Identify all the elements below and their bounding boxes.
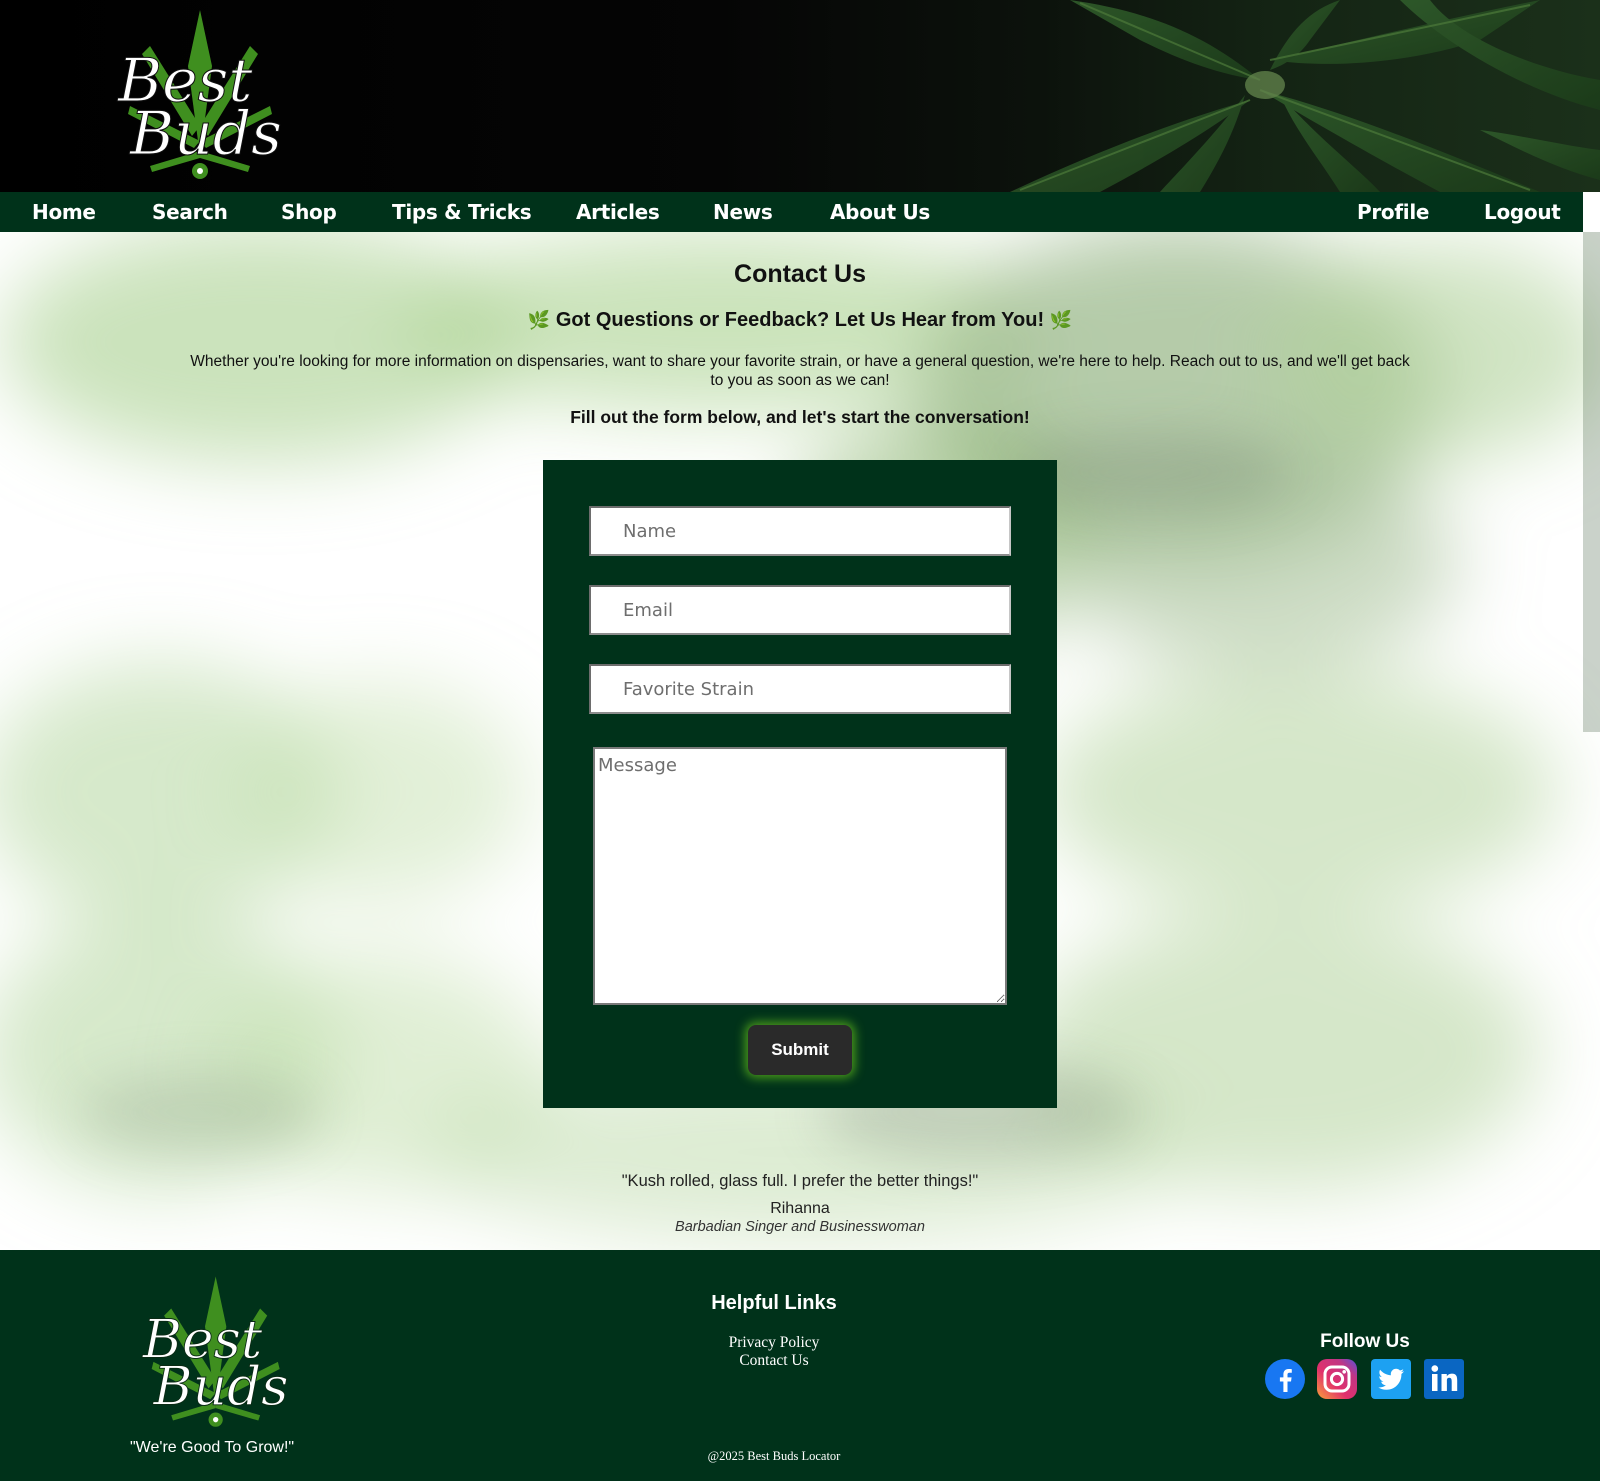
best-buds-logo[interactable]: Best Buds [100, 6, 285, 186]
form-call-to-action: Fill out the form below, and let's start… [570, 407, 1030, 427]
page-subtitle: 🌿 Got Questions or Feedback? Let Us Hear… [0, 309, 1600, 332]
nav-shop[interactable]: Shop [281, 192, 337, 232]
site-footer: Best Buds "We're Good To Grow!" Helpful … [0, 1250, 1600, 1481]
follow-us-title: Follow Us [1320, 1331, 1410, 1352]
nav-about-us[interactable]: About Us [830, 192, 930, 232]
helpful-links-title: Helpful Links [711, 1292, 837, 1314]
header-banner: Best Buds [0, 0, 1600, 192]
contact-form: Submit [543, 460, 1057, 1108]
linkedin-icon[interactable] [1423, 1358, 1465, 1400]
main-nav: Home Search Shop Tips & Tricks Articles … [0, 192, 1583, 232]
cannabis-leaves-image [1010, 0, 1600, 192]
nav-logout[interactable]: Logout [1484, 192, 1561, 232]
intro-paragraph: Whether you're looking for more informat… [190, 353, 1410, 389]
nav-home[interactable]: Home [32, 192, 96, 232]
nav-news[interactable]: News [713, 192, 773, 232]
quote-text: "Kush rolled, glass full. I prefer the b… [621, 1172, 979, 1190]
nav-articles[interactable]: Articles [576, 192, 660, 232]
quote-author: Rihanna [770, 1200, 830, 1217]
instagram-icon[interactable] [1316, 1358, 1358, 1400]
subtitle-text: Got Questions or Feedback? Let Us Hear f… [555, 309, 1045, 331]
herb-icon: 🌿 [1049, 310, 1073, 330]
email-field[interactable] [589, 585, 1011, 635]
facebook-icon[interactable] [1264, 1358, 1306, 1400]
message-field[interactable] [593, 747, 1007, 1005]
quote-author-role: Barbadian Singer and Businesswoman [675, 1219, 925, 1235]
nav-tips-tricks[interactable]: Tips & Tricks [392, 192, 532, 232]
svg-text:Buds: Buds [129, 99, 282, 169]
copyright: @2025 Best Buds Locator [707, 1449, 841, 1463]
nav-profile[interactable]: Profile [1357, 192, 1429, 232]
nav-search[interactable]: Search [152, 192, 228, 232]
twitter-icon[interactable] [1370, 1358, 1412, 1400]
page-title: Contact Us [734, 260, 866, 288]
strain-field[interactable] [589, 664, 1011, 714]
scrollbar-track[interactable] [1583, 232, 1600, 732]
herb-icon: 🌿 [527, 310, 551, 330]
name-field[interactable] [589, 506, 1011, 556]
submit-button[interactable]: Submit [748, 1025, 852, 1075]
